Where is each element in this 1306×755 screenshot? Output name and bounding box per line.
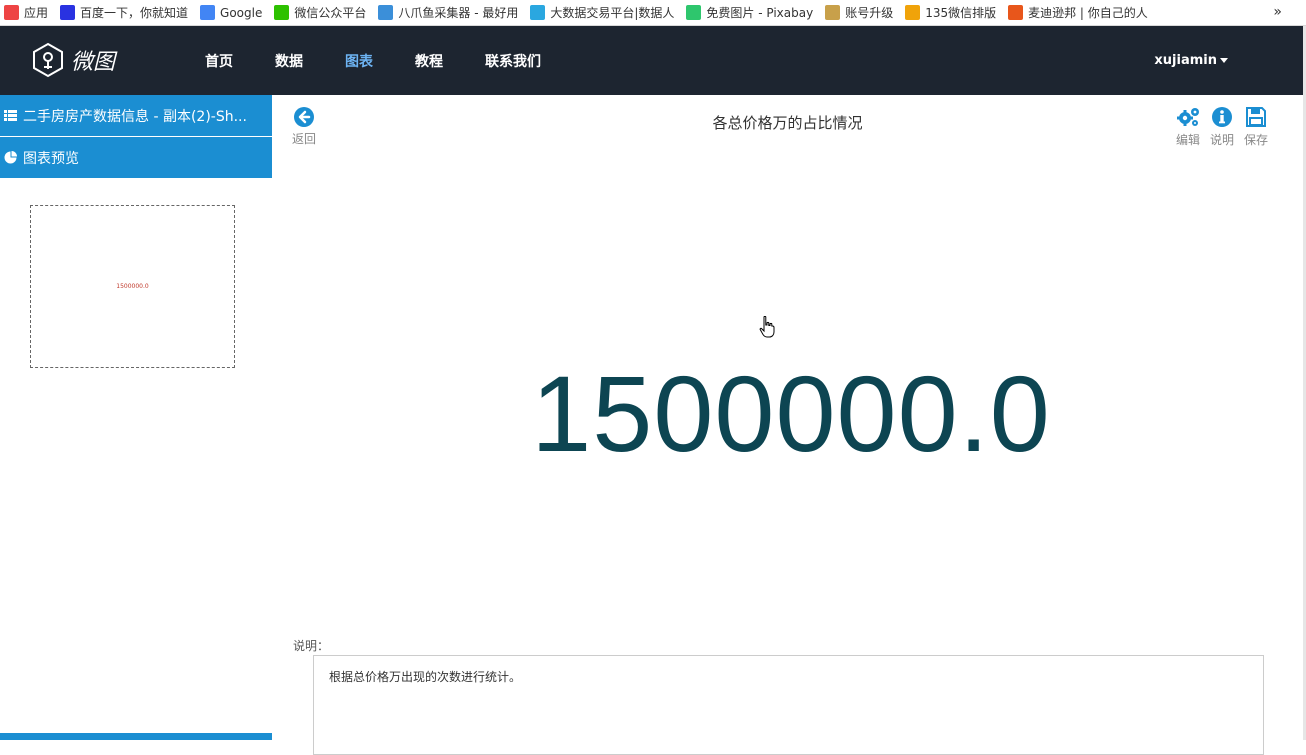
save-icon (1245, 107, 1266, 127)
preview-value: 1500000.0 (116, 283, 149, 290)
gears-icon (1176, 108, 1199, 126)
chart-toolbar: 编辑 说明 保存 (1166, 106, 1268, 148)
chart-preview-label: 图表预览 (23, 150, 79, 167)
bookmarks-bar: 应用 百度一下，你就知道 Google 微信公众平台 八爪鱼采集器 - 最好用 大数据交易… (0, 0, 1306, 26)
nav-item[interactable]: 数据 (275, 51, 303, 71)
info-label: 说明 (1209, 133, 1234, 147)
edit-button[interactable]: 编辑 (1176, 106, 1200, 148)
bookmark-label: 微信公众平台 (294, 6, 367, 20)
bookmark-label: Google (220, 5, 263, 20)
bookmark-item[interactable]: 大数据交易平台|数据人 (530, 4, 674, 21)
nav-item[interactable]: 教程 (415, 51, 443, 71)
bookmark-item[interactable]: 微信公众平台 (274, 4, 366, 21)
bookmark-item[interactable]: Google (200, 5, 262, 20)
bookmark-item[interactable]: 135微信排版 (905, 4, 996, 21)
octopus-icon (378, 5, 394, 20)
sidebar-chart-preview-item[interactable]: 图表预览 (0, 137, 272, 178)
description-textarea[interactable]: 根据总价格万出现的次数进行统计。 (313, 655, 1264, 755)
brand-name: 微图 (71, 50, 116, 75)
edit-label: 编辑 (1175, 133, 1200, 147)
bookmark-label: 麦迪逊邦 | 你自己的人 (1028, 6, 1148, 20)
dataset-name: 二手房房产数据信息 - 副本(2)-Sh... (23, 108, 247, 125)
top-navbar: 微图 首页 数据 图表 教程 联系我们 xujiamin (0, 26, 1306, 95)
chart-main-panel: 返回 各总价格万的占比情况 编辑 说明 保存 1500000.0 说明： 根据总… (272, 95, 1303, 755)
baidu-paw-icon (60, 5, 76, 20)
madisonboom-icon (1008, 5, 1024, 20)
pixabay-icon (686, 5, 702, 20)
bookmark-item[interactable]: 百度一下，你就知道 (60, 4, 188, 21)
bookmark-item[interactable]: 免费图片 - Pixabay (686, 4, 813, 21)
google-g-icon (200, 5, 216, 20)
description-text: 根据总价格万出现的次数进行统计。 (329, 670, 522, 684)
sidebar-bottom-bar (0, 733, 272, 740)
chart-title: 各总价格万的占比情况 (712, 114, 863, 132)
username: xujiamin (1154, 53, 1217, 68)
bookmark-label: 八爪鱼采集器 - 最好用 (398, 6, 519, 20)
bookmark-item[interactable]: 应用 (4, 4, 48, 21)
user-menu[interactable]: xujiamin (1154, 53, 1228, 68)
info-button[interactable]: 说明 (1210, 106, 1234, 148)
bookmarks-overflow-button[interactable]: » (1273, 4, 1282, 20)
data-platform-icon (530, 5, 546, 20)
bookmark-item[interactable]: 账号升级 (825, 4, 893, 21)
bookmark-label: 账号升级 (845, 6, 894, 20)
bookmark-label: 百度一下，你就知道 (80, 6, 189, 20)
caret-down-icon (1220, 58, 1228, 63)
editor-135-icon (905, 5, 921, 20)
wechat-icon (274, 5, 290, 20)
nav-item[interactable]: 图表 (345, 51, 373, 71)
info-icon (1211, 107, 1232, 127)
description-label: 说明： (293, 639, 330, 653)
nav-item[interactable]: 联系我们 (485, 51, 541, 71)
apps-grid-icon (4, 5, 19, 20)
bookmark-label: 免费图片 - Pixabay (706, 6, 814, 20)
save-button[interactable]: 保存 (1244, 106, 1268, 148)
chart-preview-thumbnail[interactable]: 1500000.0 (30, 205, 235, 368)
bookmark-item[interactable]: 八爪鱼采集器 - 最好用 (378, 4, 518, 21)
bookmark-label: 135微信排版 (925, 6, 997, 20)
nav-item[interactable]: 首页 (205, 51, 233, 71)
main-nav: 首页 数据 图表 教程 联系我们 (205, 26, 583, 95)
bookmark-label: 大数据交易平台|数据人 (550, 6, 675, 20)
brand-hexagon-icon (33, 42, 63, 78)
kpi-value: 1500000.0 (531, 353, 1051, 474)
sidebar: 二手房房产数据信息 - 副本(2)-Sh... 图表预览 1500000.0 (0, 95, 272, 740)
hand-cursor-icon (759, 316, 775, 338)
bookmark-label: 应用 (24, 6, 49, 20)
sidebar-dataset-item[interactable]: 二手房房产数据信息 - 副本(2)-Sh... (0, 95, 272, 136)
bookmark-item[interactable]: 麦迪逊邦 | 你自己的人 (1008, 4, 1148, 21)
account-upgrade-icon (825, 5, 841, 20)
save-label: 保存 (1243, 133, 1268, 147)
pie-chart-icon (4, 151, 17, 164)
brand-logo[interactable]: 微图 (31, 42, 115, 78)
list-icon (4, 110, 17, 121)
